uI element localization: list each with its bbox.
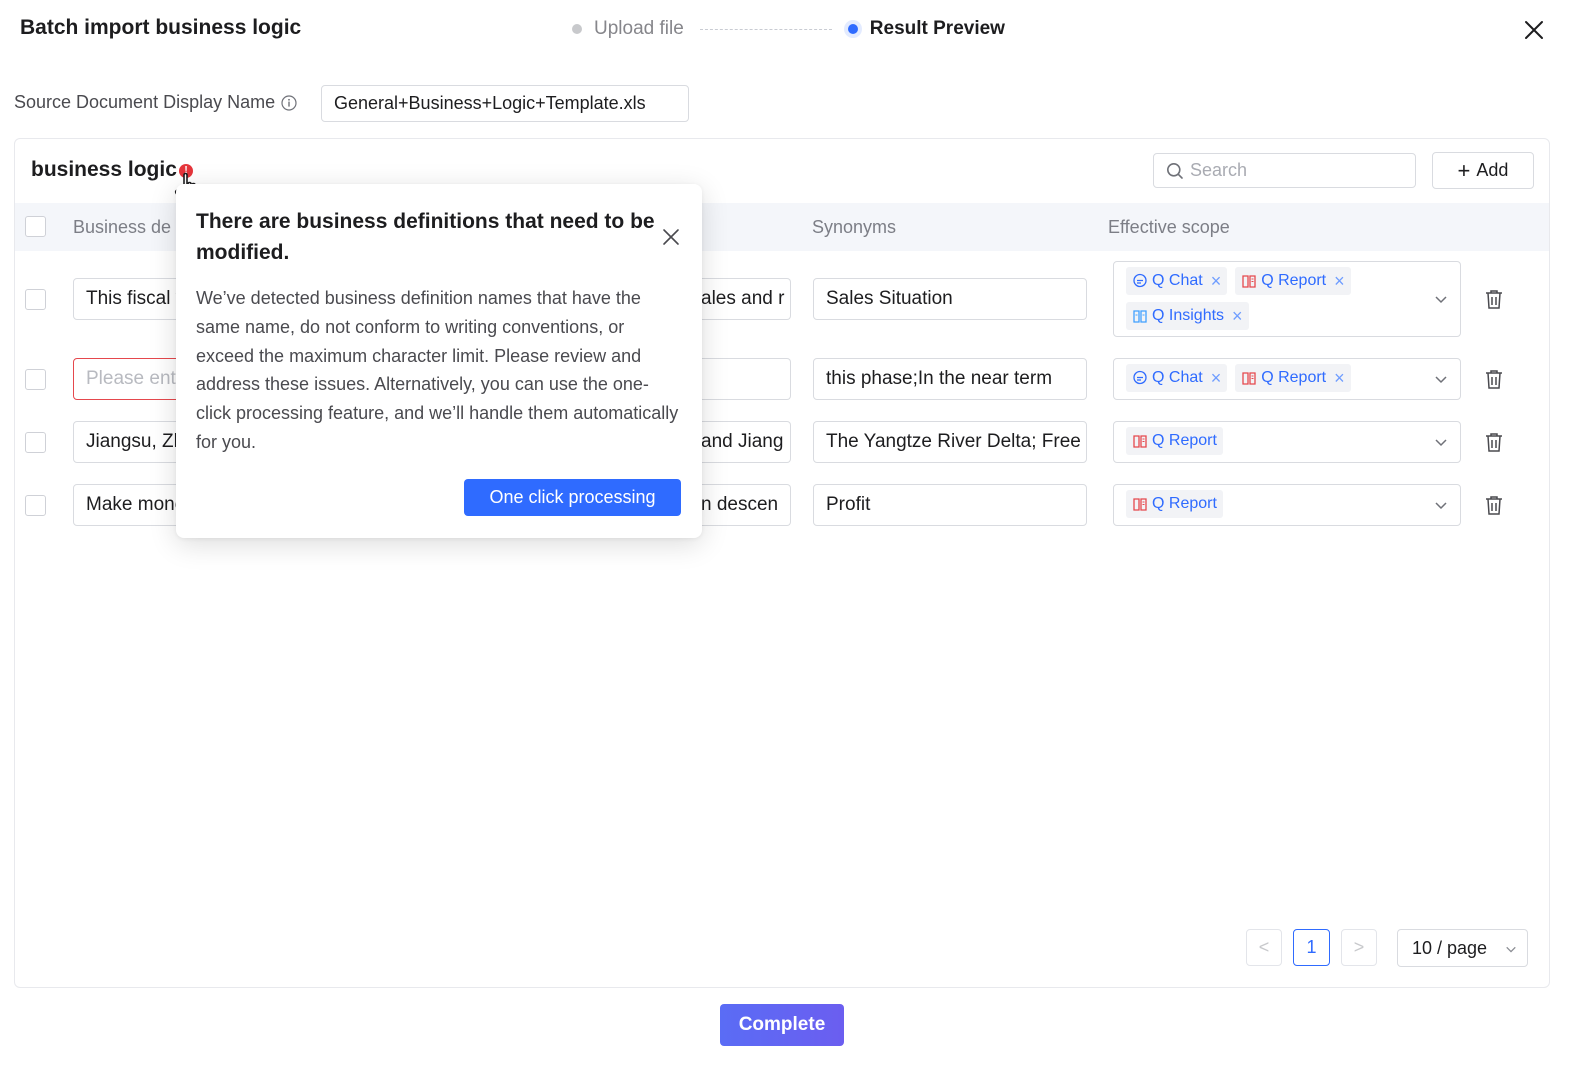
info-circle-icon[interactable] [281,94,297,111]
row-checkbox[interactable] [25,289,46,310]
trash-icon[interactable] [1483,288,1505,310]
remove-tag-icon[interactable]: × [1232,307,1243,325]
step-label: Result Preview [869,18,1005,39]
report-book-icon [1242,275,1256,288]
scope-tag: Q Report × [1235,267,1351,295]
scope-tag: Q Chat × [1126,364,1228,392]
search-icon [1167,162,1183,179]
remove-tag-icon[interactable]: × [1211,272,1222,290]
step-upload-file[interactable]: Upload file [572,18,684,40]
chevron-down-icon [1435,296,1447,304]
header-business-definition: Business de [73,217,172,237]
source-document-label: Source Document Display Name [14,92,297,113]
scope-tag: Q Report [1126,490,1223,518]
trash-icon[interactable] [1483,368,1505,390]
effective-scope-select[interactable]: Q Chat × Q Report × [1113,358,1461,400]
scope-tag: Q Insights × [1126,302,1249,330]
page-size-select[interactable]: 10 / page [1397,929,1528,967]
chat-bubble-icon [1133,370,1147,385]
add-button[interactable]: + Add [1432,152,1534,189]
prev-page-button[interactable]: < [1246,929,1282,966]
business-definition-input[interactable]: Make mone [73,484,193,526]
business-definition-input[interactable]: This fiscal y [73,278,193,320]
chevron-down-icon [1435,376,1447,384]
effective-scope-select[interactable]: Q Report [1113,421,1461,463]
effective-scope-select[interactable]: Q Chat × Q Report × Q Insights × [1113,261,1461,337]
popover-title: There are business definitions that need… [196,210,655,264]
business-definition-input[interactable]: Please ente [73,358,193,400]
step-dot [572,24,582,34]
synonyms-input[interactable]: Profit [813,484,1087,526]
close-icon[interactable] [662,228,680,246]
report-book-icon [1242,372,1256,385]
row-checkbox[interactable] [25,495,46,516]
trash-icon[interactable] [1483,494,1505,516]
search-box[interactable] [1153,153,1416,188]
row-checkbox[interactable] [25,369,46,390]
remove-tag-icon[interactable]: × [1334,272,1345,290]
validation-popover: There are business definitions that need… [176,184,702,538]
search-input[interactable] [1190,160,1400,181]
row-checkbox[interactable] [25,432,46,453]
chevron-down-icon [1435,502,1447,510]
next-page-button[interactable]: > [1341,929,1377,966]
description-input[interactable]: and Jiang [701,421,791,463]
chat-bubble-icon [1133,273,1147,288]
step-result-preview[interactable]: Result Preview [847,18,1005,40]
remove-tag-icon[interactable]: × [1334,369,1345,387]
report-book-icon [1133,435,1147,448]
scope-tag: Q Report [1126,427,1223,455]
source-document-name-input[interactable]: General+Business+Logic+Template.xls [321,85,689,122]
header-effective-scope: Effective scope [1108,217,1230,237]
panel-title: business logic [31,158,177,181]
synonyms-input[interactable]: this phase;In the near term [813,358,1087,400]
steps-indicator: Upload file Result Preview [572,18,1005,40]
description-input[interactable]: n descen [701,484,791,526]
effective-scope-select[interactable]: Q Report [1113,484,1461,526]
scope-tag: Q Chat × [1126,267,1228,295]
popover-body: We’ve detected business definition names… [196,288,679,452]
synonyms-input[interactable]: Sales Situation [813,278,1087,320]
plus-icon: + [1457,157,1471,183]
report-book-icon [1133,498,1147,511]
synonyms-input[interactable]: The Yangtze River Delta; Free S [813,421,1087,463]
step-connector [699,28,832,30]
description-input[interactable]: ales and r [701,278,791,320]
trash-icon[interactable] [1483,431,1505,453]
page-1-button[interactable]: 1 [1293,929,1330,966]
business-definition-input[interactable]: Jiangsu, Zh [73,421,193,463]
close-icon[interactable] [1522,18,1546,42]
complete-button[interactable]: Complete [720,1004,844,1046]
modal-title: Batch import business logic [20,16,302,39]
insights-book-icon [1133,310,1147,323]
step-label: Upload file [594,18,684,39]
step-dot [847,24,858,34]
remove-tag-icon[interactable]: × [1211,369,1222,387]
description-input[interactable] [701,358,791,400]
scope-tag: Q Report × [1235,364,1351,392]
select-all-checkbox[interactable] [25,216,46,237]
chevron-down-icon [1435,439,1447,447]
chevron-down-icon [1506,946,1516,953]
one-click-processing-button[interactable]: One click processing [464,479,681,516]
header-synonyms: Synonyms [812,217,897,237]
